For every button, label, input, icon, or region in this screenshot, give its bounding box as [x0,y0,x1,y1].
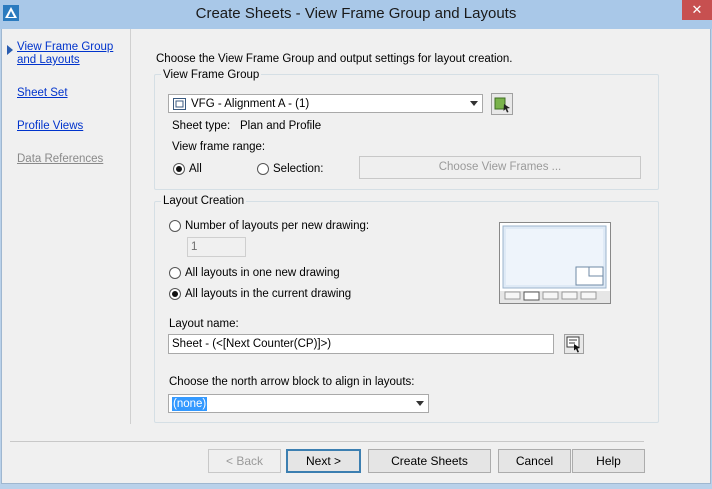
range-selection-radio[interactable] [257,163,269,175]
nav-item-sheet-set[interactable]: Sheet Set [17,87,68,100]
sheet-type-label: Sheet type: [172,120,231,132]
layout-name-field[interactable]: Sheet - (<[Next Counter(CP)]>) [168,334,554,354]
nav-item-label: and Layouts [17,54,80,66]
view-frame-group-icon [173,98,186,110]
current-drawing-radio[interactable] [169,288,181,300]
next-button[interactable]: Next > [286,449,361,473]
chevron-down-icon [416,401,424,406]
layout-creation-title: Layout Creation [161,195,247,207]
one-new-drawing-label[interactable]: All layouts in one new drawing [185,267,340,279]
north-arrow-value: (none) [172,397,208,411]
instruction-text: Choose the View Frame Group and output s… [156,53,513,65]
nav-item-label: View Frame Group [17,41,114,53]
edit-name-template-icon [566,336,580,353]
current-drawing-label[interactable]: All layouts in the current drawing [185,288,351,300]
footer-divider [10,441,644,442]
layouts-per-drawing-label[interactable]: Number of layouts per new drawing: [185,220,369,232]
close-button[interactable]: ✕ [682,0,712,20]
range-selection-label[interactable]: Selection: [273,163,324,175]
chevron-down-icon [470,101,478,106]
nav-divider [130,29,131,424]
name-template-button[interactable] [564,334,584,354]
layouts-per-drawing-radio[interactable] [169,220,181,232]
help-button[interactable]: Help [572,449,645,473]
back-button[interactable]: < Back [208,449,281,473]
view-frame-group-title: View Frame Group [161,69,262,81]
cancel-button[interactable]: Cancel [498,449,571,473]
layout-preview-graphic [500,225,610,303]
title-bar: Create Sheets - View Frame Group and Lay… [0,0,712,29]
pick-from-drawing-icon [494,97,510,113]
layout-name-label: Layout name: [169,318,239,330]
layout-preview-image [499,222,611,304]
view-frame-group-select[interactable]: VFG - Alignment A - (1) [168,94,483,113]
layouts-per-drawing-field[interactable]: 1 [187,237,246,257]
choose-view-frames-button[interactable]: Choose View Frames ... [359,156,641,179]
one-new-drawing-radio[interactable] [169,267,181,279]
pick-in-drawing-button[interactable] [491,93,513,115]
nav-item-data-references: Data References [17,153,104,165]
active-page-arrow-icon [7,45,13,55]
dialog-body: View Frame Group and Layouts Sheet Set P… [1,29,711,484]
nav-item-profile-views[interactable]: Profile Views [17,120,83,133]
nav-item-view-frame-group[interactable]: View Frame Group and Layouts [17,41,113,67]
range-all-radio[interactable] [173,163,185,175]
window-title: Create Sheets - View Frame Group and Lay… [195,5,517,22]
range-all-label[interactable]: All [189,163,202,175]
north-arrow-label: Choose the north arrow block to align in… [169,376,415,388]
sheet-type-value: Plan and Profile [240,120,322,132]
north-arrow-select[interactable]: (none) [168,394,429,413]
view-frame-range-label: View frame range: [172,141,266,153]
create-sheets-button[interactable]: Create Sheets [368,449,491,473]
view-frame-group-value: VFG - Alignment A - (1) [191,98,310,110]
